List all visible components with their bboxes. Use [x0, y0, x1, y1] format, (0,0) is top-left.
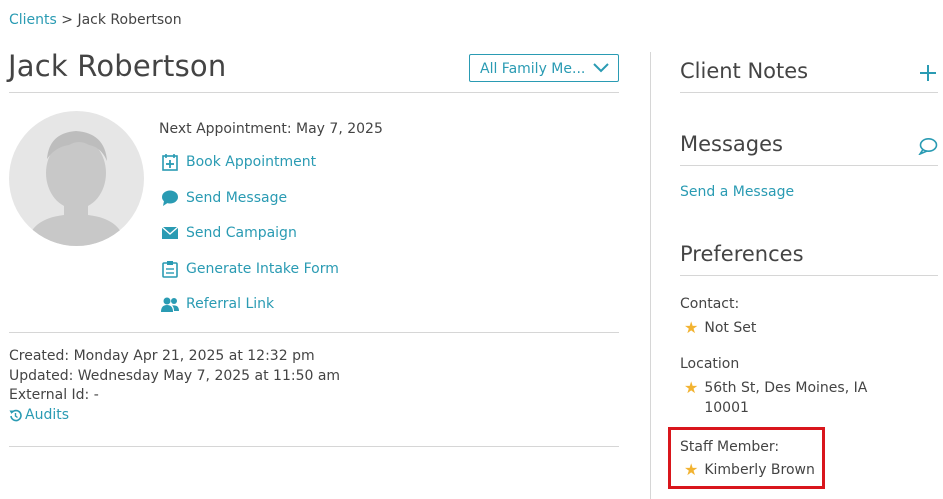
- chat-bubble-icon: [160, 188, 180, 208]
- send-message-label: Send Message: [186, 190, 288, 206]
- location-line-2: 10001: [704, 400, 749, 416]
- contact-value: ★ Not Set: [684, 320, 756, 338]
- breadcrumb-current: Jack Robertson: [77, 12, 182, 28]
- meta-divider: [9, 446, 619, 447]
- client-notes-divider: [680, 92, 938, 93]
- next-appointment: Next Appointment: May 7, 2025: [159, 121, 383, 137]
- chat-bubble-icon[interactable]: [918, 137, 938, 155]
- family-select-value: All Family Me...: [480, 61, 586, 77]
- created-text: Created: Monday Apr 21, 2025 at 12:32 pm: [9, 348, 315, 364]
- envelope-icon: [160, 223, 180, 243]
- star-icon: ★: [684, 378, 699, 397]
- staff-member-highlight-box: [668, 427, 825, 489]
- client-notes-title: Client Notes: [680, 59, 809, 83]
- calendar-plus-icon: [160, 152, 180, 172]
- breadcrumb-clients-link[interactable]: Clients: [9, 12, 57, 28]
- preferences-title: Preferences: [680, 242, 804, 266]
- breadcrumb: Clients > Jack Robertson: [9, 12, 182, 28]
- contact-label: Contact:: [680, 296, 740, 312]
- book-appointment-label: Book Appointment: [186, 154, 317, 170]
- actions-divider: [9, 332, 619, 333]
- location-value-text: 56th St, Des Moines, IA 10001: [704, 378, 867, 418]
- clipboard-icon: [160, 259, 180, 279]
- chevron-down-icon: [593, 63, 609, 73]
- referral-link-label: Referral Link: [186, 296, 275, 312]
- send-message-link[interactable]: Send Message: [160, 188, 287, 208]
- contact-value-text: Not Set: [704, 320, 757, 336]
- avatar: [9, 111, 144, 246]
- star-icon: ★: [684, 318, 699, 337]
- send-campaign-label: Send Campaign: [186, 225, 297, 241]
- next-appointment-label: Next Appointment:: [159, 121, 292, 137]
- next-appointment-value: May 7, 2025: [296, 121, 383, 137]
- history-icon: [9, 409, 22, 422]
- external-id-text: External Id: -: [9, 387, 99, 403]
- location-label: Location: [680, 356, 740, 372]
- preferences-divider: [680, 275, 938, 276]
- generate-intake-form-label: Generate Intake Form: [186, 261, 339, 277]
- referral-link[interactable]: Referral Link: [160, 294, 274, 314]
- header-divider: [9, 92, 619, 93]
- location-line-1: 56th St, Des Moines, IA: [704, 380, 868, 396]
- generate-intake-form-link[interactable]: Generate Intake Form: [160, 259, 339, 279]
- audits-link[interactable]: Audits: [9, 407, 69, 423]
- people-icon: [160, 294, 180, 314]
- book-appointment-link[interactable]: Book Appointment: [160, 152, 316, 172]
- messages-title: Messages: [680, 132, 783, 156]
- updated-text: Updated: Wednesday May 7, 2025 at 11:50 …: [9, 368, 341, 384]
- audits-label: Audits: [25, 407, 70, 423]
- breadcrumb-separator: >: [61, 12, 74, 28]
- family-member-select[interactable]: All Family Me...: [469, 54, 619, 82]
- person-silhouette-icon: [27, 131, 125, 246]
- plus-icon[interactable]: [919, 64, 937, 82]
- location-value: ★ 56th St, Des Moines, IA 10001: [684, 380, 867, 418]
- column-divider: [650, 52, 651, 499]
- send-a-message-link[interactable]: Send a Message: [680, 184, 794, 200]
- client-name-title: Jack Robertson: [8, 49, 227, 83]
- send-campaign-link[interactable]: Send Campaign: [160, 223, 297, 243]
- messages-divider: [680, 165, 938, 166]
